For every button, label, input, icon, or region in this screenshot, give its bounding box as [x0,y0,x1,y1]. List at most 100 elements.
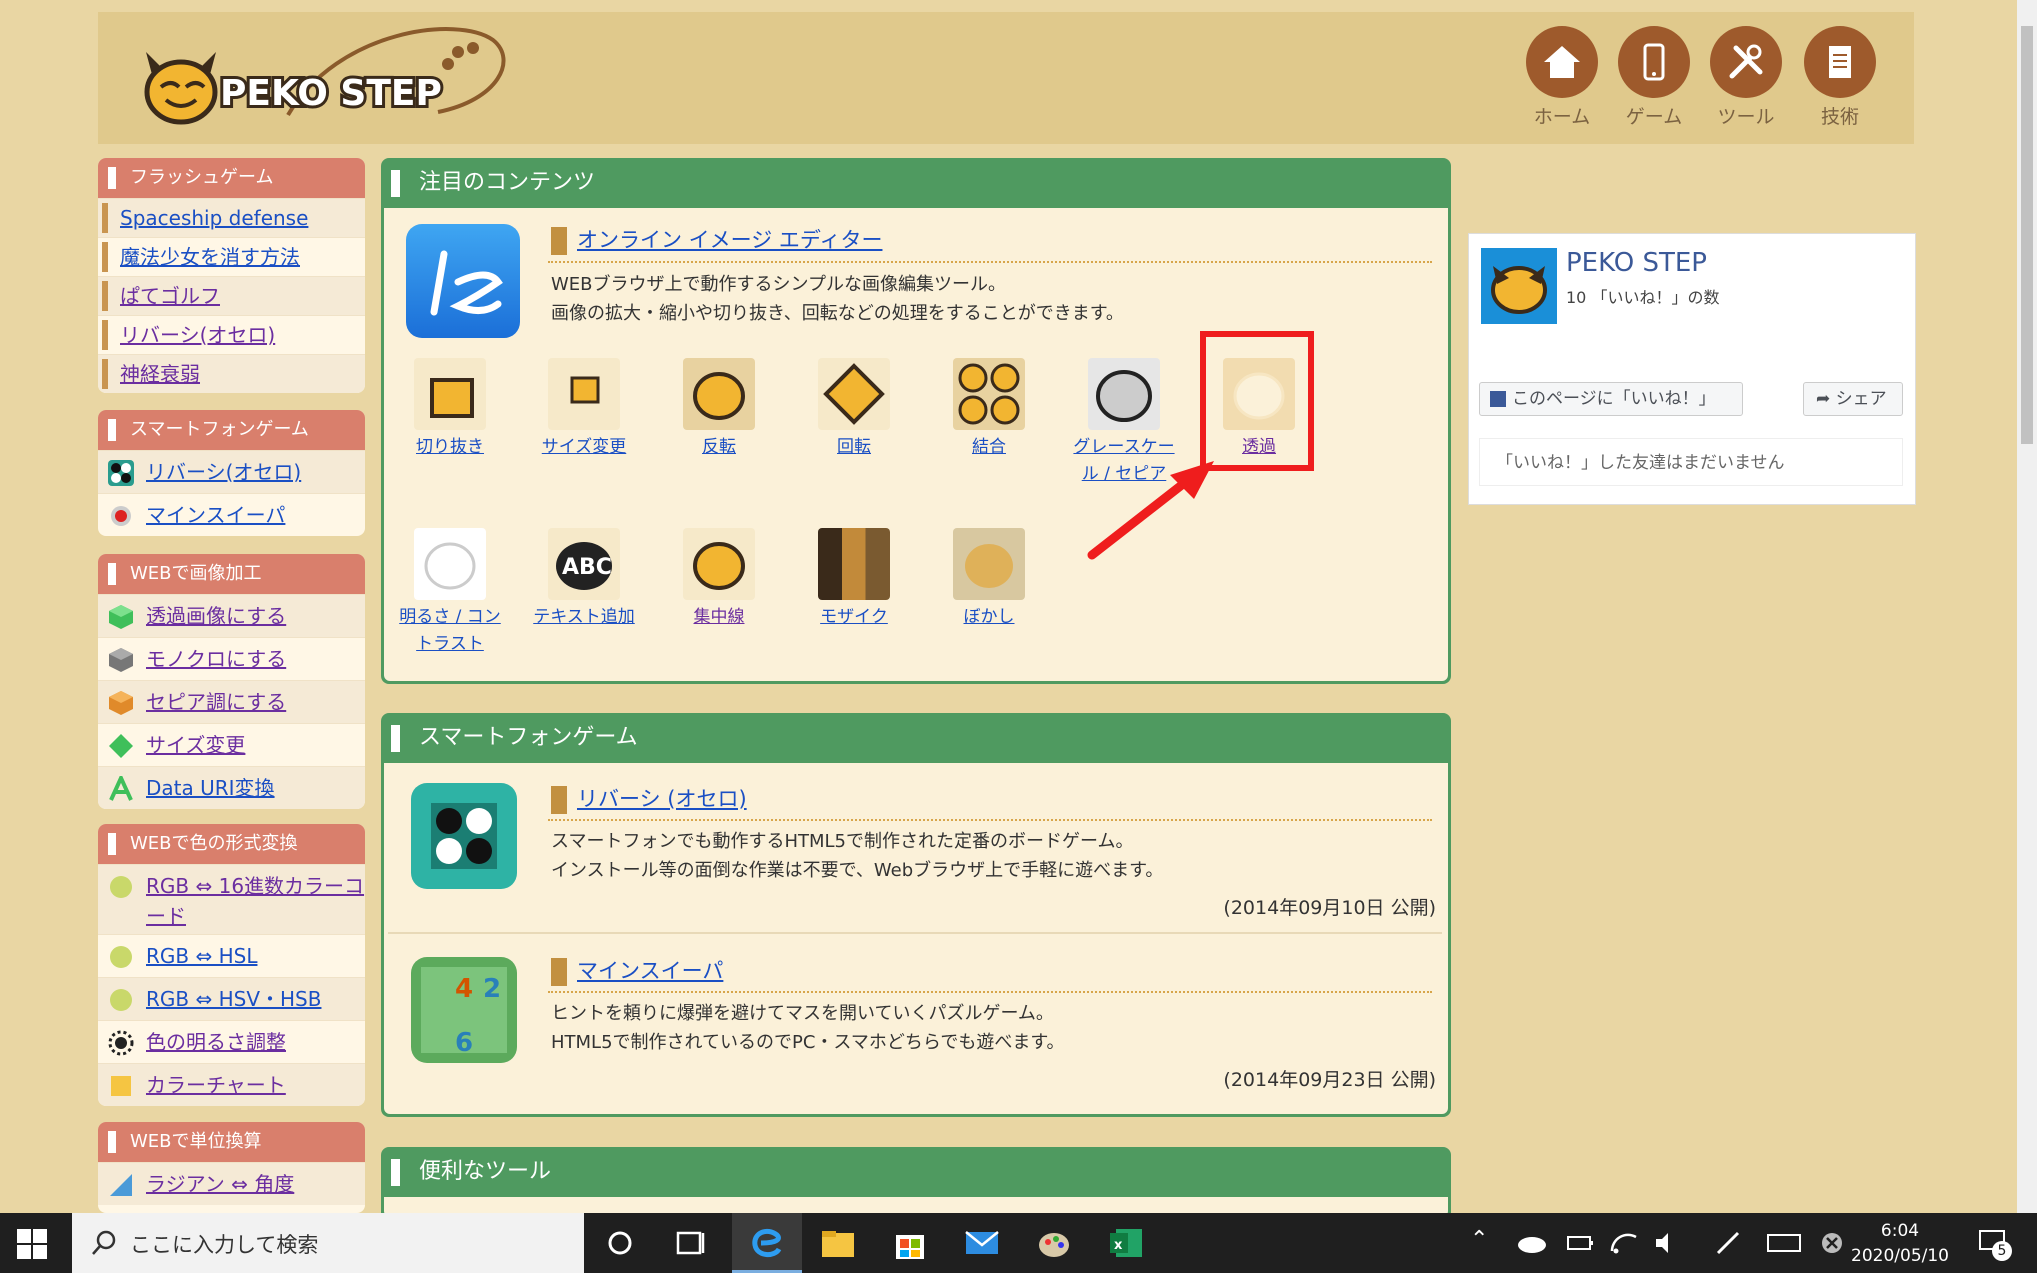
minesweeper-desc-line1: ヒントを頼りに爆弾を避けてマスを開いていくパズルゲーム。 [551,1003,1054,1024]
fb-like-button[interactable]: このページに「いいね！」 [1479,382,1743,416]
tool-speedlines[interactable]: 集中線 [664,528,774,631]
fb-share-button[interactable]: ➦ シェア [1803,382,1903,416]
close-circle-icon[interactable] [1812,1223,1852,1263]
text-cat-icon: ABC [548,528,620,600]
task-view-icon[interactable] [670,1223,710,1263]
sidebar-item-label: 透過画像にする [146,604,287,628]
sidebar-item-radian[interactable]: ラジアン ⇔ 角度 [98,1162,365,1205]
sidebar-item-reversi-phone[interactable]: リバーシ(オセロ) [98,450,365,493]
tool-text[interactable]: ABC テキスト追加 [529,528,639,631]
reversi-app-icon[interactable] [411,783,517,889]
scrollbar-thumb[interactable] [2021,26,2033,444]
pen-icon[interactable] [1708,1223,1748,1263]
reversi-title[interactable]: リバーシ (オセロ) [551,783,747,814]
sidebar-item-sepia[interactable]: セピア調にする [98,680,365,723]
sidebar-item-monochrome[interactable]: モノクロにする [98,637,365,680]
sidebar-heading: スマートフォンゲーム [98,410,365,450]
editor-description: WEBブラウザ上で動作するシンプルな画像編集ツール。 画像の拡大・縮小や切り抜き… [551,270,1124,328]
tool-label: ぼかし [963,607,1015,627]
paint-icon[interactable] [1034,1223,1074,1263]
sidebar-item-brightness[interactable]: 色の明るさ調整 [98,1020,365,1063]
windows-start-icon[interactable] [14,1226,50,1262]
taskbar-edge-active[interactable] [732,1213,802,1273]
nav-game[interactable]: ゲーム [1608,26,1700,129]
wifi-icon[interactable] [1604,1223,1644,1263]
brightness-cat-icon [414,528,486,600]
editor-title[interactable]: オンライン イメージ エディター [551,224,882,255]
editor-title-link[interactable]: オンライン イメージ エディター [577,228,882,252]
tool-mosaic[interactable]: モザイク [799,528,909,631]
sidebar-item-transparent[interactable]: 透過画像にする [98,594,365,637]
action-center[interactable]: 5 [1974,1223,2014,1263]
pointer-arrow [1087,461,1214,560]
sidebar-item-label: セピア調にする [146,690,287,714]
color-ball-icon [110,876,132,898]
site-logo[interactable]: PEKO STEP [138,20,518,138]
reversi-title-link[interactable]: リバーシ (オセロ) [577,787,747,811]
file-explorer-icon[interactable] [818,1223,858,1263]
editor-desc-line2: 画像の拡大・縮小や切り抜き、回転などの処理をすることができます。 [551,303,1124,324]
battery-icon[interactable] [1560,1223,1600,1263]
tool-blur[interactable]: ぼかし [934,528,1044,631]
sidebar-item-concentration[interactable]: 神経衰弱 [98,354,365,393]
tool-crop[interactable]: 切り抜き [395,358,505,461]
fb-page-name[interactable]: PEKO STEP [1566,248,1707,278]
triangle-icon [110,1174,132,1196]
nav-home[interactable]: ホーム [1516,26,1608,129]
mail-icon[interactable] [962,1223,1002,1263]
tool-flip[interactable]: 反転 [664,358,774,461]
sidebar-item-spaceship[interactable]: Spaceship defense [98,198,365,237]
sidebar-heading: WEBで色の形式変換 [98,824,365,864]
taskbar-clock[interactable]: 6:04 2020/05/10 [1851,1219,1949,1269]
sidebar-item-magical-girl[interactable]: 魔法少女を消す方法 [98,237,365,276]
svg-text:x: x [1114,1238,1123,1253]
sidebar-color-conversion: WEBで色の形式変換 RGB ⇔ 16進数カラーコード RGB ⇔ HSL RG… [98,824,365,1106]
cube-gray-icon [109,648,133,672]
chevron-up-icon[interactable]: ⌃ [1470,1227,1488,1252]
sidebar-item-resize[interactable]: サイズ変更 [98,723,365,766]
store-icon[interactable] [890,1223,930,1263]
sidebar-item-reversi[interactable]: リバーシ(オセロ) [98,315,365,354]
svg-text:4: 4 [455,974,473,1004]
sidebar-item-data-uri[interactable]: Data URI変換 [98,766,365,809]
sidebar-item-golf[interactable]: ぱてゴルフ [98,276,365,315]
sidebar-item-label: カラーチャート [146,1073,286,1097]
sidebar-item-color-chart[interactable]: カラーチャート [98,1063,365,1106]
keyboard-icon[interactable] [1764,1223,1804,1263]
mosaic-cat-icon [818,528,890,600]
vertical-scrollbar[interactable] [2017,0,2037,1213]
highlight-box [1200,331,1314,471]
tool-rotate[interactable]: 回転 [799,358,909,461]
tool-brightness[interactable]: 明るさ / コントラスト [395,528,505,658]
cortana-icon[interactable] [600,1223,640,1263]
document-icon [1804,26,1876,98]
editor-desc-line1: WEBブラウザ上で動作するシンプルな画像編集ツール。 [551,274,1006,295]
onedrive-icon[interactable] [1512,1223,1552,1263]
svg-text:6: 6 [455,1028,473,1058]
minesweeper-app-icon[interactable]: 426 [411,957,517,1063]
minesweeper-title[interactable]: マインスイーパ [551,955,723,986]
nav-tech-label: 技術 [1820,106,1859,128]
taskbar-search-box[interactable]: ここに入力して検索 [72,1213,584,1273]
sidebar-flash-games: フラッシュゲーム Spaceship defense 魔法少女を消す方法 ぱてゴ… [98,158,365,393]
tool-label: 集中線 [693,607,745,627]
excel-icon[interactable]: x [1106,1223,1146,1263]
sidebar-item-minesweeper[interactable]: マインスイーパ [98,493,365,536]
sidebar-item-rgb-hsv[interactable]: RGB ⇔ HSV・HSB [98,977,365,1020]
image-editor-app-icon[interactable] [406,224,520,338]
search-placeholder: ここに入力して検索 [130,1233,319,1257]
tool-resize[interactable]: サイズ変更 [529,358,639,461]
volume-icon[interactable] [1648,1223,1688,1263]
nav-tool[interactable]: ツール [1700,26,1792,129]
sidebar-item-rgb-hsl[interactable]: RGB ⇔ HSL [98,934,365,977]
smartphone-games-panel: スマートフォンゲーム リバーシ (オセロ) スマートフォンでも動作するHTML5… [381,713,1451,1117]
nav-tech[interactable]: 技術 [1794,26,1886,129]
minesweeper-title-link[interactable]: マインスイーパ [577,959,723,983]
tool-combine[interactable]: 結合 [934,358,1044,461]
tool-label: 回転 [837,437,871,457]
logo-text: PEKO STEP [220,73,442,114]
sidebar-item-rgb-hex[interactable]: RGB ⇔ 16進数カラーコード [98,864,365,934]
page-avatar[interactable] [1481,248,1557,324]
windows-taskbar: ここに入力して検索 x ⌃ 6:04 2020/05/10 5 [0,1213,2037,1273]
minesweeper-date: (2014年09月23日 公開) [1223,1069,1436,1091]
